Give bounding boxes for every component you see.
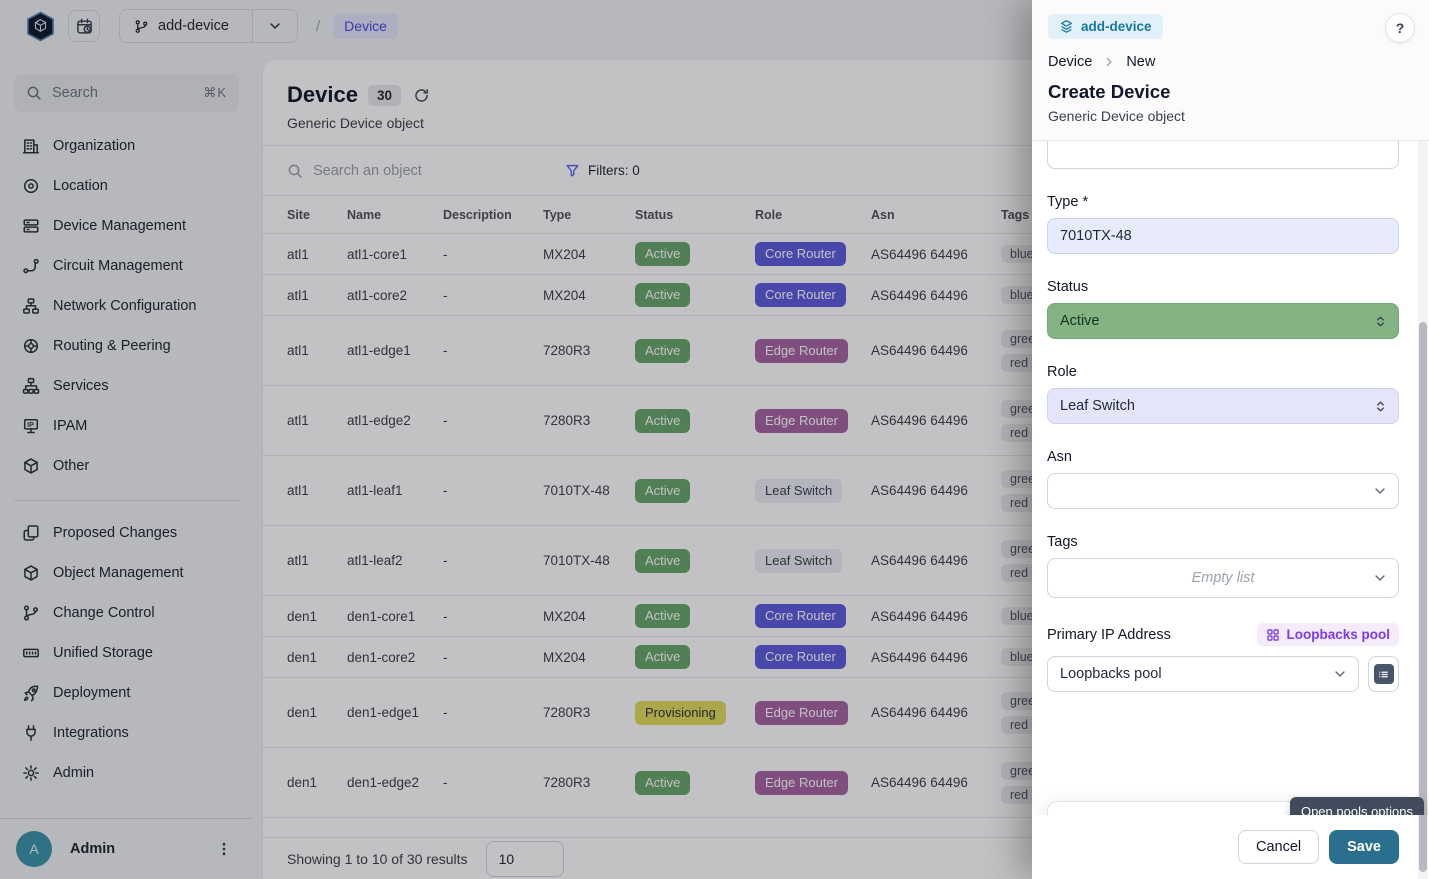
chevron-down-icon — [1373, 484, 1387, 498]
tags-placeholder: Empty list — [1192, 570, 1255, 586]
role-select[interactable]: Leaf Switch — [1047, 388, 1399, 424]
chevron-updown-icon — [1374, 315, 1387, 328]
tags-select[interactable]: Empty list — [1047, 558, 1399, 598]
panel-header: add-device ? Device New Create Device Ge… — [1032, 0, 1429, 141]
cancel-button[interactable]: Cancel — [1238, 830, 1319, 864]
panel-scrollbar-track[interactable] — [1418, 141, 1428, 879]
breadcrumb-parent[interactable]: Device — [1048, 54, 1092, 70]
type-label: Type * — [1047, 194, 1399, 210]
primary-ip-label: Primary IP Address — [1047, 627, 1171, 643]
primary-ip-select[interactable]: Loopbacks pool — [1047, 656, 1359, 692]
panel-form: Type * 7010TX-48 Status Active Role Leaf… — [1032, 141, 1429, 815]
chevron-right-icon — [1103, 56, 1115, 68]
breadcrumb-current: New — [1126, 54, 1155, 70]
list-box-icon — [1374, 664, 1394, 684]
asn-select[interactable] — [1047, 473, 1399, 509]
asn-label: Asn — [1047, 449, 1399, 465]
status-select[interactable]: Active — [1047, 303, 1399, 339]
tooltip: Open pools options — [1290, 797, 1424, 815]
status-label: Status — [1047, 279, 1399, 295]
type-input[interactable]: 7010TX-48 — [1047, 218, 1399, 254]
layers-icon — [1059, 19, 1074, 34]
save-button[interactable]: Save — [1329, 830, 1399, 864]
panel-title: Create Device — [1048, 81, 1413, 103]
panel-branch-badge: add-device — [1048, 14, 1163, 39]
role-label: Role — [1047, 364, 1399, 380]
create-device-panel: add-device ? Device New Create Device Ge… — [1032, 0, 1429, 879]
chevron-down-icon — [1373, 571, 1387, 585]
chevron-updown-icon — [1374, 400, 1387, 413]
help-button[interactable]: ? — [1385, 13, 1415, 43]
panel-scrollbar-thumb[interactable] — [1419, 322, 1427, 872]
panel-footer: Cancel Save — [1032, 815, 1429, 879]
chevron-down-icon — [1333, 667, 1347, 681]
name-field-partial[interactable] — [1047, 141, 1399, 169]
grid-icon — [1266, 628, 1280, 642]
panel-subtitle: Generic Device object — [1048, 108, 1413, 124]
open-pools-options-button[interactable] — [1368, 656, 1399, 692]
pool-badge[interactable]: Loopbacks pool — [1257, 623, 1399, 646]
tags-label: Tags — [1047, 534, 1399, 550]
panel-breadcrumb: Device New — [1048, 54, 1413, 70]
